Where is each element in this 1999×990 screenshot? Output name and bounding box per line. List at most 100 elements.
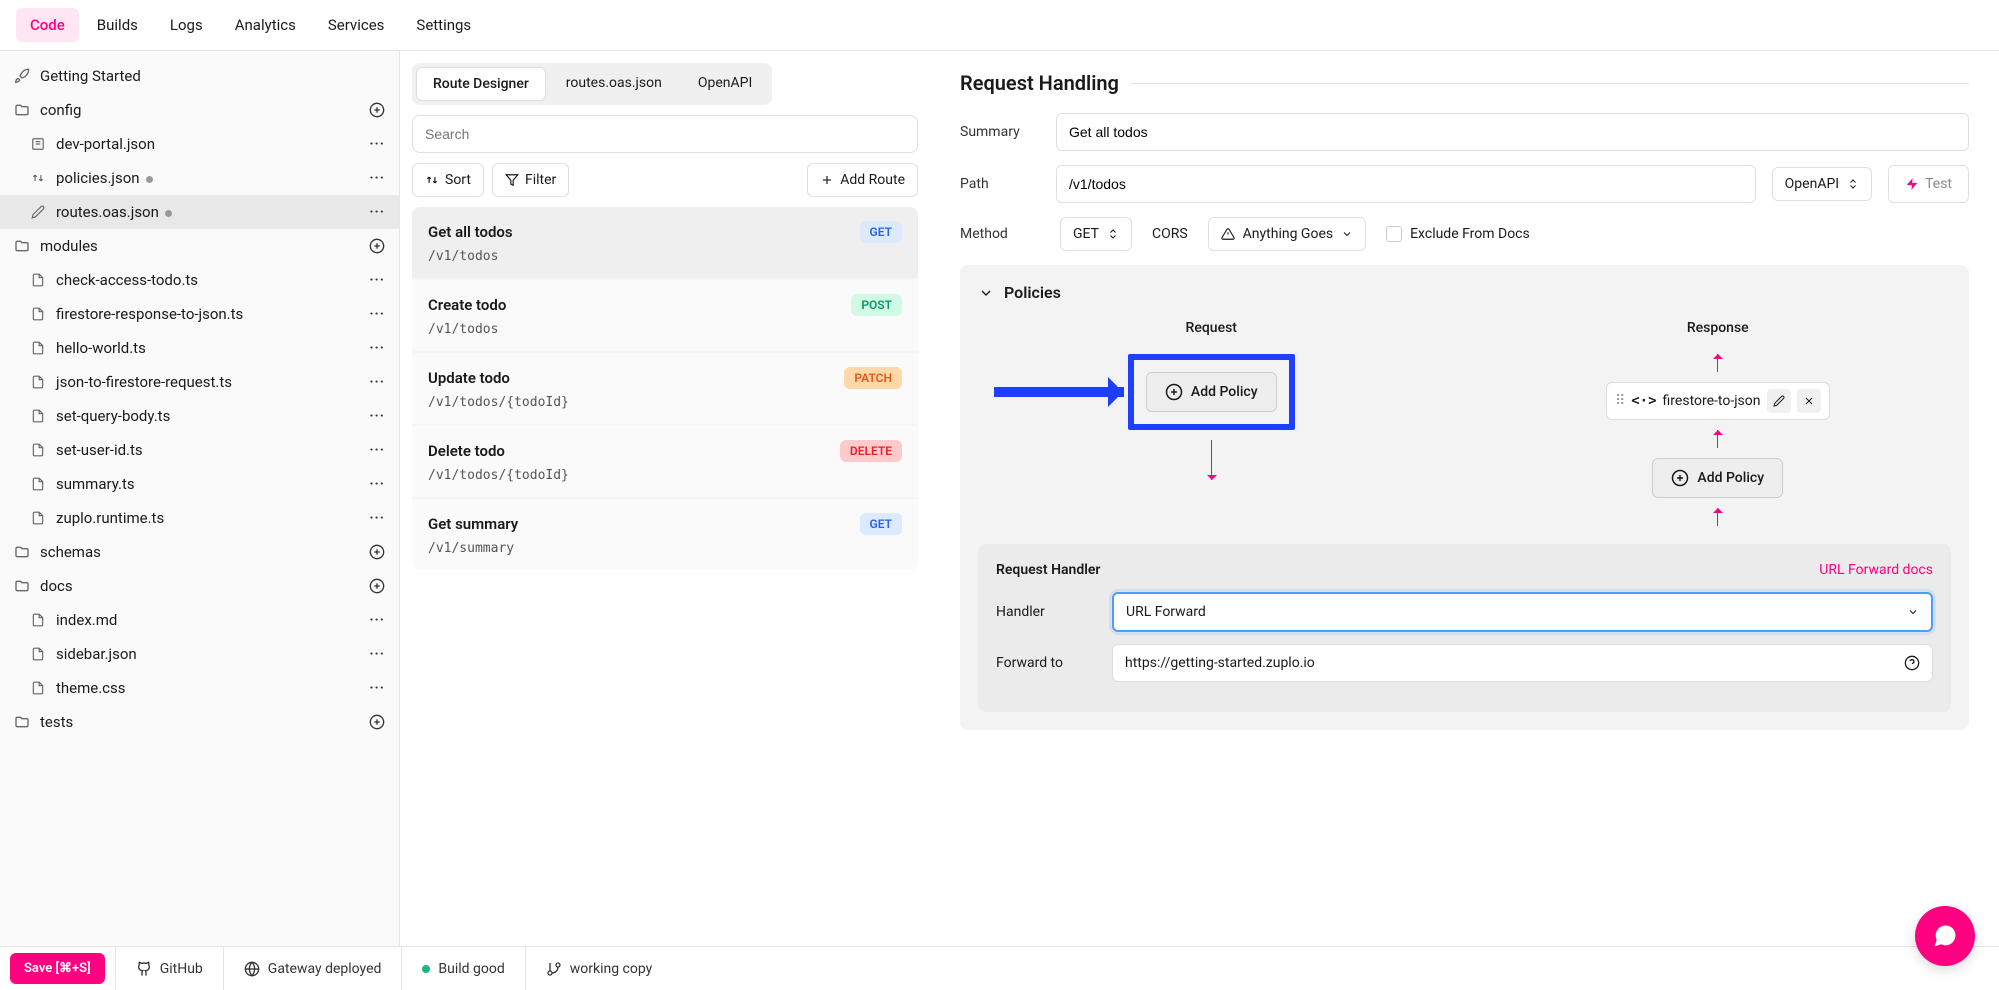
sidebar-file[interactable]: index.md···	[0, 603, 399, 637]
more-icon[interactable]: ···	[369, 374, 385, 390]
handler-panel: Request Handler URL Forward docs Handler…	[978, 544, 1951, 712]
more-icon[interactable]: ···	[369, 646, 385, 662]
route-item[interactable]: Get all todosGET/v1/todos	[412, 207, 918, 278]
sidebar-file[interactable]: summary.ts···	[0, 467, 399, 501]
more-icon[interactable]: ···	[369, 306, 385, 322]
branch-status[interactable]: working copy	[525, 947, 673, 990]
sidebar-file[interactable]: zuplo.runtime.ts···	[0, 501, 399, 535]
chevron-down-icon	[1341, 228, 1353, 240]
cors-select[interactable]: Anything Goes	[1208, 217, 1366, 251]
response-policy-chip[interactable]: ⠿ <·> firestore-to-json	[1606, 382, 1830, 420]
search-input[interactable]	[412, 115, 918, 153]
handler-select[interactable]: URL Forward	[1112, 592, 1933, 632]
route-item[interactable]: Update todoPATCH/v1/todos/{todoId}	[412, 353, 918, 424]
sidebar-file[interactable]: set-user-id.ts···	[0, 433, 399, 467]
sidebar-label: config	[40, 101, 359, 119]
more-icon[interactable]: ···	[369, 442, 385, 458]
nav-analytics[interactable]: Analytics	[221, 8, 310, 42]
test-button[interactable]: Test	[1888, 165, 1969, 203]
sidebar-file[interactable]: firestore-response-to-json.ts ···	[0, 297, 399, 331]
build-status[interactable]: Build good	[401, 947, 524, 990]
sidebar-file-routes-oas[interactable]: routes.oas.json ···	[0, 195, 399, 229]
summary-input[interactable]	[1056, 113, 1969, 151]
sidebar-getting-started[interactable]: Getting Started	[0, 59, 399, 93]
more-icon[interactable]: ···	[369, 612, 385, 628]
exclude-label: Exclude From Docs	[1410, 226, 1530, 242]
handler-label: Handler	[996, 604, 1096, 620]
chevron-down-icon[interactable]	[978, 285, 994, 301]
more-icon[interactable]: ···	[369, 510, 385, 526]
more-icon[interactable]: ···	[369, 204, 385, 220]
sidebar-file[interactable]: sidebar.json···	[0, 637, 399, 671]
route-item[interactable]: Delete todoDELETE/v1/todos/{todoId}	[412, 426, 918, 497]
more-icon[interactable]: ···	[369, 170, 385, 186]
sidebar-file[interactable]: hello-world.ts ···	[0, 331, 399, 365]
more-icon[interactable]: ···	[369, 476, 385, 492]
tab-openapi[interactable]: OpenAPI	[682, 67, 768, 101]
nav-code[interactable]: Code	[16, 8, 79, 42]
sidebar-folder-tests[interactable]: tests	[0, 705, 399, 739]
exclude-checkbox[interactable]	[1386, 226, 1402, 242]
close-icon[interactable]	[1797, 389, 1821, 413]
sidebar-label: check-access-todo.ts	[56, 271, 359, 289]
nav-logs[interactable]: Logs	[156, 8, 217, 42]
save-button[interactable]: Save [⌘+S]	[10, 953, 105, 984]
add-icon[interactable]	[369, 102, 385, 118]
add-route-button[interactable]: Add Route	[807, 163, 918, 197]
handler-docs-link[interactable]: URL Forward docs	[1819, 562, 1933, 578]
openapi-select[interactable]: OpenAPI	[1772, 167, 1872, 201]
file-icon	[30, 680, 46, 696]
route-title: Create todo	[428, 296, 506, 314]
sort-button[interactable]: Sort	[412, 163, 484, 197]
chat-icon	[1931, 922, 1959, 950]
sidebar-file-dev-portal[interactable]: dev-portal.json ···	[0, 127, 399, 161]
forward-input[interactable]: https://getting-started.zuplo.io	[1112, 644, 1933, 682]
sidebar-file[interactable]: check-access-todo.ts ···	[0, 263, 399, 297]
route-item[interactable]: Create todoPOST/v1/todos	[412, 280, 918, 351]
add-icon[interactable]	[369, 578, 385, 594]
nav-builds[interactable]: Builds	[83, 8, 152, 42]
nav-services[interactable]: Services	[314, 8, 399, 42]
sidebar-folder-schemas[interactable]: schemas	[0, 535, 399, 569]
grip-icon[interactable]: ⠿	[1615, 393, 1625, 409]
route-item[interactable]: Get summaryGET/v1/summary	[412, 499, 918, 570]
sidebar-file[interactable]: json-to-firestore-request.ts···	[0, 365, 399, 399]
sidebar-label: firestore-response-to-json.ts	[56, 305, 359, 323]
sidebar-file[interactable]: theme.css···	[0, 671, 399, 705]
file-icon	[30, 646, 46, 662]
method-select[interactable]: GET	[1060, 217, 1132, 251]
policies-label: Policies	[1004, 283, 1061, 302]
chat-button[interactable]	[1915, 906, 1975, 966]
more-icon[interactable]: ···	[369, 680, 385, 696]
sidebar-label: routes.oas.json	[56, 203, 359, 221]
more-icon[interactable]: ···	[369, 340, 385, 356]
sidebar-file-policies[interactable]: policies.json ···	[0, 161, 399, 195]
sidebar-folder-config[interactable]: config	[0, 93, 399, 127]
nav-settings[interactable]: Settings	[402, 8, 485, 42]
sidebar-folder-modules[interactable]: modules	[0, 229, 399, 263]
sidebar-label: Getting Started	[40, 67, 385, 85]
add-icon[interactable]	[369, 544, 385, 560]
tab-routes-json[interactable]: routes.oas.json	[550, 67, 678, 101]
help-icon[interactable]	[1904, 655, 1920, 671]
more-icon[interactable]: ···	[369, 272, 385, 288]
more-icon[interactable]: ···	[369, 408, 385, 424]
add-request-policy-button[interactable]: Add Policy	[1146, 372, 1277, 412]
edit-icon[interactable]	[1767, 389, 1791, 413]
file-icon	[30, 272, 46, 288]
path-input[interactable]	[1056, 165, 1756, 203]
add-response-policy-button[interactable]: Add Policy	[1652, 458, 1783, 498]
sidebar-file[interactable]: set-query-body.ts···	[0, 399, 399, 433]
gateway-status[interactable]: Gateway deployed	[223, 947, 402, 990]
add-icon[interactable]	[369, 714, 385, 730]
more-icon[interactable]: ···	[369, 136, 385, 152]
sidebar-label: hello-world.ts	[56, 339, 359, 357]
updown-icon	[30, 170, 46, 186]
sidebar-folder-docs[interactable]: docs	[0, 569, 399, 603]
path-label: Path	[960, 176, 1040, 192]
tab-route-designer[interactable]: Route Designer	[416, 67, 546, 101]
add-icon[interactable]	[369, 238, 385, 254]
method-badge: PATCH	[844, 367, 902, 389]
github-button[interactable]: GitHub	[115, 947, 223, 990]
filter-button[interactable]: Filter	[492, 163, 569, 197]
